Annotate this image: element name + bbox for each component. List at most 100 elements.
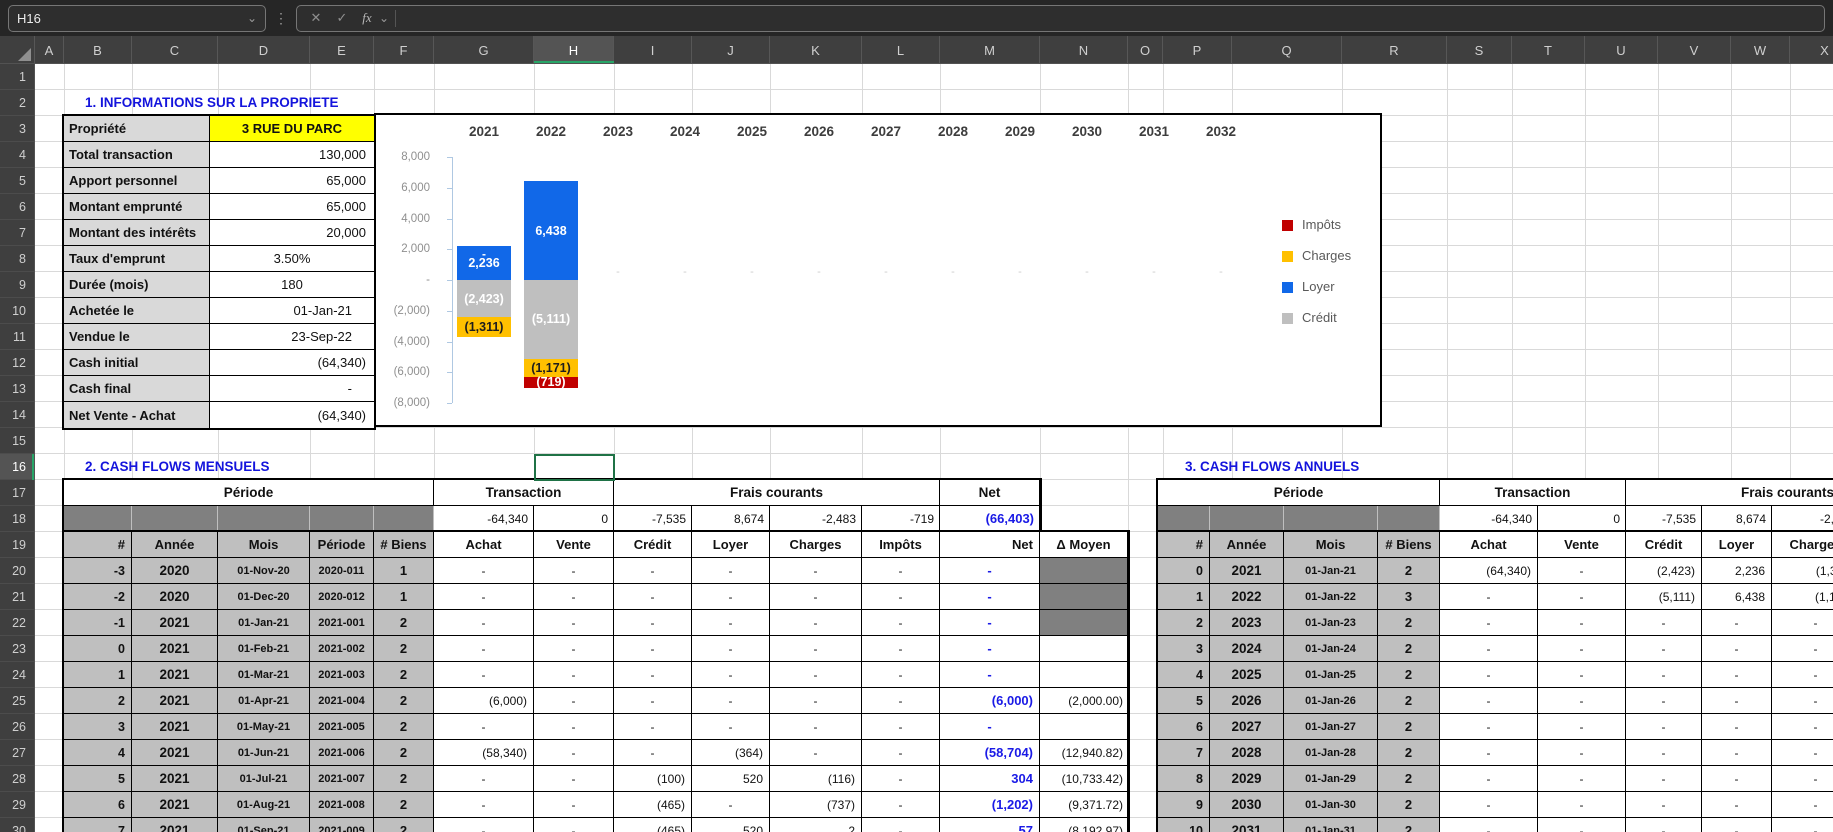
monthly-header-box[interactable]: PériodeTransactionFrais courantsNet-64,3… (62, 478, 1042, 534)
column-header-cell[interactable]: Impôts (862, 532, 940, 558)
data-cell[interactable]: 2020 (132, 558, 218, 584)
totals-gray-cell[interactable] (1378, 506, 1440, 532)
data-cell[interactable]: 01-Mar-21 (218, 662, 310, 688)
data-cell[interactable]: 2030 (1210, 792, 1284, 818)
property-value-cell[interactable]: 65,000 (210, 194, 374, 220)
totals-cell[interactable]: 8,674 (692, 506, 770, 532)
column-header-cell[interactable]: Vente (534, 532, 614, 558)
monthly-data-box[interactable]: #AnnéeMoisPériode# BiensAchatVenteCrédit… (62, 530, 1130, 832)
property-label-cell[interactable]: Apport personnel (64, 168, 210, 194)
totals-gray-cell[interactable] (310, 506, 374, 532)
row-header-25[interactable]: 25 (0, 688, 35, 714)
group-header-cell[interactable]: Frais courants (614, 480, 940, 506)
data-cell[interactable]: 2 (1378, 662, 1440, 688)
data-cell[interactable]: - (614, 584, 692, 610)
property-info-table[interactable]: Propriété3 RUE DU PARCTotal transaction1… (62, 114, 376, 430)
data-cell[interactable]: - (534, 688, 614, 714)
data-cell[interactable]: (116) (770, 766, 862, 792)
data-cell[interactable]: 2028 (1210, 740, 1284, 766)
data-cell[interactable]: 2 (374, 636, 434, 662)
data-cell[interactable]: 6 (1158, 714, 1210, 740)
column-header-cell[interactable]: # (64, 532, 132, 558)
data-cell[interactable]: 2021 (132, 740, 218, 766)
column-header-cell[interactable]: Période (310, 532, 374, 558)
group-header-cell[interactable]: Transaction (434, 480, 614, 506)
data-cell[interactable]: 2021 (132, 636, 218, 662)
data-cell[interactable]: - (534, 662, 614, 688)
totals-cell[interactable]: 8,674 (1702, 506, 1772, 532)
data-cell[interactable]: (58,340) (434, 740, 534, 766)
data-cell[interactable]: 1 (64, 662, 132, 688)
chevron-down-icon[interactable]: ⌄ (379, 13, 389, 23)
totals-cell[interactable]: -64,340 (434, 506, 534, 532)
data-cell[interactable]: 2021 (132, 662, 218, 688)
data-cell[interactable]: 5 (1158, 688, 1210, 714)
data-cell[interactable]: 01-Jan-23 (1284, 610, 1378, 636)
data-cell[interactable]: - (940, 610, 1040, 636)
annual-data-box[interactable]: #AnnéeMois# BiensAchatVenteCréditLoyerCh… (1156, 530, 1833, 832)
data-cell[interactable]: 2021-001 (310, 610, 374, 636)
data-cell[interactable]: - (534, 610, 614, 636)
column-header-cell[interactable]: Achat (434, 532, 534, 558)
section-title-monthly[interactable]: 2. CASH FLOWS MENSUELS (85, 454, 270, 480)
totals-gray-cell[interactable] (1158, 506, 1210, 532)
data-cell[interactable]: - (434, 714, 534, 740)
property-value-cell[interactable]: 3.50% (210, 246, 374, 272)
data-cell[interactable]: - (692, 584, 770, 610)
cancel-icon[interactable]: ✕ (303, 10, 329, 26)
data-cell[interactable]: - (1538, 610, 1626, 636)
data-cell[interactable]: 2021-002 (310, 636, 374, 662)
data-cell[interactable]: 2,236 (1702, 558, 1772, 584)
data-cell[interactable]: 01-Jan-22 (1284, 584, 1378, 610)
row-header-18[interactable]: 18 (0, 506, 35, 532)
row-header-24[interactable]: 24 (0, 662, 35, 688)
data-cell[interactable]: 2 (374, 792, 434, 818)
property-label-cell[interactable]: Montant emprunté (64, 194, 210, 220)
data-cell[interactable]: 01-Apr-21 (218, 688, 310, 714)
data-cell[interactable]: - (1440, 688, 1538, 714)
data-cell[interactable]: 01-Jan-29 (1284, 766, 1378, 792)
data-cell[interactable]: 9 (1158, 792, 1210, 818)
data-cell[interactable]: 01-Jan-21 (218, 610, 310, 636)
data-cell[interactable]: (737) (770, 792, 862, 818)
data-cell[interactable]: - (1538, 662, 1626, 688)
totals-gray-cell[interactable] (374, 506, 434, 532)
data-cell[interactable]: - (692, 688, 770, 714)
column-header-cell[interactable]: Mois (218, 532, 310, 558)
insert-function-icon[interactable]: fx (355, 10, 379, 26)
column-header-Q[interactable]: Q (1232, 36, 1342, 64)
data-cell[interactable]: 4 (64, 740, 132, 766)
row-header-19[interactable]: 19 (0, 532, 35, 558)
data-cell[interactable]: - (940, 584, 1040, 610)
column-header-E[interactable]: E (310, 36, 374, 64)
column-header-cell[interactable]: Crédit (1626, 532, 1702, 558)
column-header-K[interactable]: K (770, 36, 862, 64)
data-cell[interactable]: (1,311) (1772, 558, 1833, 584)
totals-net-cell[interactable]: (66,403) (940, 506, 1040, 532)
data-cell[interactable]: - (1772, 662, 1833, 688)
data-cell[interactable]: - (1538, 792, 1626, 818)
row-header-16[interactable]: 16 (0, 454, 35, 480)
data-cell[interactable]: - (692, 662, 770, 688)
data-cell[interactable]: - (614, 558, 692, 584)
row-header-17[interactable]: 17 (0, 480, 35, 506)
row-header-11[interactable]: 11 (0, 324, 35, 350)
property-label-cell[interactable]: Cash initial (64, 350, 210, 376)
data-cell[interactable]: - (1626, 792, 1702, 818)
data-cell[interactable]: 2021-003 (310, 662, 374, 688)
data-cell[interactable]: - (534, 714, 614, 740)
data-cell[interactable]: 1 (374, 558, 434, 584)
data-cell[interactable]: - (1772, 818, 1833, 832)
property-value-cell[interactable]: 20,000 (210, 220, 374, 246)
data-cell[interactable]: 2021 (132, 818, 218, 832)
row-header-27[interactable]: 27 (0, 740, 35, 766)
column-header-H[interactable]: H (534, 36, 614, 64)
legend-swatch-impôts[interactable] (1282, 220, 1293, 231)
section-title-property[interactable]: 1. INFORMATIONS SUR LA PROPRIETE (85, 90, 339, 116)
data-cell[interactable]: - (534, 636, 614, 662)
property-value-cell[interactable]: 65,000 (210, 168, 374, 194)
data-cell[interactable]: - (614, 636, 692, 662)
data-cell[interactable]: - (534, 584, 614, 610)
column-header-cell[interactable]: Achat (1440, 532, 1538, 558)
data-cell[interactable]: 4 (1158, 662, 1210, 688)
